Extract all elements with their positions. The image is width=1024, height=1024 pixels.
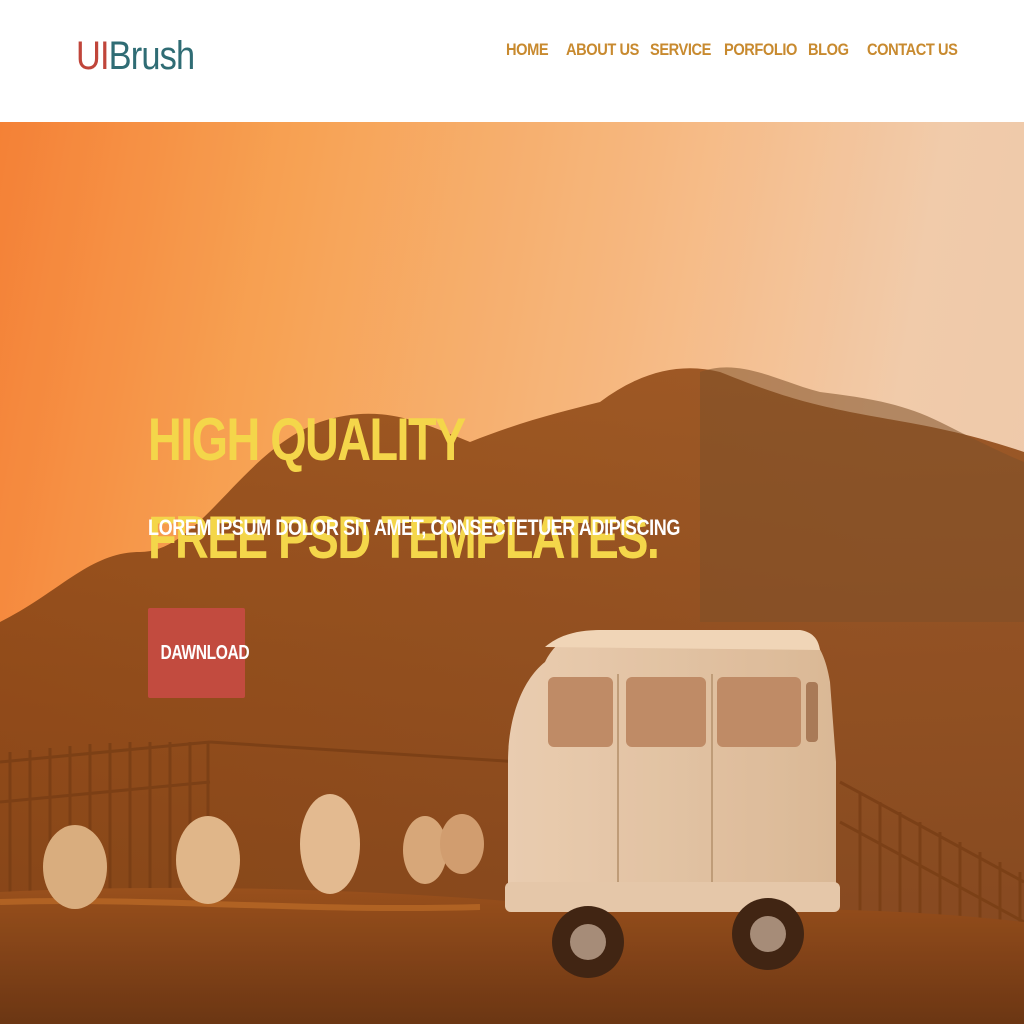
site-header: UIBrush HOME ABOUT US SERVICE PORFOLIO B… <box>0 0 1024 122</box>
main-nav: HOME ABOUT US SERVICE PORFOLIO BLOG CONT… <box>0 38 1024 62</box>
hero-subtitle: LOREM IPSUM DOLOR SIT AMET, CONSECTETUER… <box>148 515 681 540</box>
download-button-label: DAWNLOAD <box>160 641 250 664</box>
nav-item-service[interactable]: SERVICE <box>650 38 711 62</box>
nav-item-home[interactable]: HOME <box>506 38 549 62</box>
nav-item-blog[interactable]: BLOG <box>808 38 849 62</box>
hero-title: HIGH QUALITY FREE PSD TEMPLATES. <box>148 408 694 570</box>
nav-item-portfolio[interactable]: PORFOLIO <box>724 38 797 62</box>
hero-section: HIGH QUALITY FREE PSD TEMPLATES. <box>0 122 1024 1024</box>
nav-item-contact-us[interactable]: CONTACT US <box>867 38 958 62</box>
hero-title-line1: HIGH QUALITY <box>148 406 466 473</box>
download-button[interactable]: DAWNLOAD <box>148 608 250 698</box>
hero-background-image <box>0 122 1024 1024</box>
nav-item-about-us[interactable]: ABOUT US <box>566 38 639 62</box>
